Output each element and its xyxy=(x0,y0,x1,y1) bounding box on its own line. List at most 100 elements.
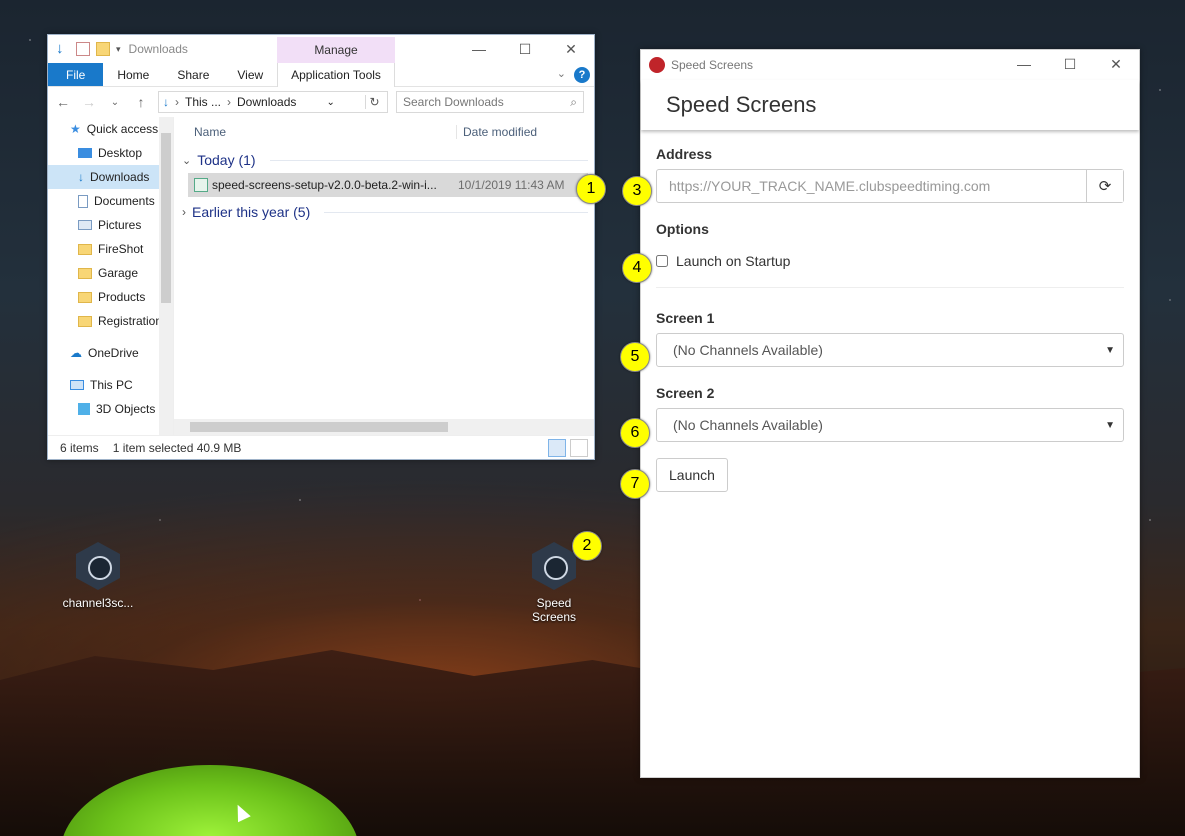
nav-item-garage[interactable]: Garage xyxy=(48,261,173,285)
nav-scrollbar-thumb[interactable] xyxy=(161,133,171,303)
nav-item-3d-objects[interactable]: 3D Objects xyxy=(48,397,173,421)
callout-6: 6 xyxy=(620,418,650,448)
divider xyxy=(656,287,1124,288)
desktop-icon-label-line2: Screens xyxy=(531,610,577,624)
launch-on-startup-checkbox[interactable] xyxy=(656,255,668,267)
navigation-pane: ★Quick access Desktop⚲ ↓Downloads⚲ Docum… xyxy=(48,117,174,435)
nav-item-label: FireShot xyxy=(98,242,144,256)
download-icon: ↓ xyxy=(78,170,84,184)
tab-manage[interactable]: Manage xyxy=(277,37,395,63)
breadcrumb-separator-icon: › xyxy=(175,95,179,109)
nav-item-label: OneDrive xyxy=(88,346,139,360)
details-view-icon[interactable] xyxy=(548,439,566,457)
address-bar[interactable]: ↓ › This ... › Downloads ⌄ ↻ xyxy=(158,91,388,113)
nav-item-this-pc[interactable]: This PC xyxy=(48,373,173,397)
screen2-label: Screen 2 xyxy=(656,385,715,401)
nav-item-label: This PC xyxy=(90,378,133,392)
helmet-icon xyxy=(649,57,665,73)
quick-access-toolbar: ↓ ▾ xyxy=(56,41,121,56)
callout-3: 3 xyxy=(622,176,652,206)
nav-item-fireshot[interactable]: FireShot xyxy=(48,237,173,261)
tab-file[interactable]: File xyxy=(48,63,104,86)
group-today[interactable]: ⌄ Today (1) xyxy=(174,147,594,173)
column-date-modified[interactable]: Date modified xyxy=(456,125,594,139)
minimize-icon[interactable]: — xyxy=(456,35,502,63)
nav-item-label: Downloads xyxy=(90,170,150,184)
qa-dropdown-icon[interactable]: ▾ xyxy=(116,44,121,55)
chevron-down-icon: ⌄ xyxy=(182,154,192,167)
folder-icon xyxy=(78,267,92,279)
nav-item-products[interactable]: Products xyxy=(48,285,173,309)
column-header-row: Name Date modified xyxy=(174,117,594,147)
group-label: Earlier this year (5) xyxy=(192,204,311,220)
up-arrow-icon[interactable]: ↑ xyxy=(132,94,150,110)
forward-arrow-icon[interactable]: → xyxy=(80,94,98,110)
cube-icon xyxy=(78,403,90,415)
nav-item-quick-access[interactable]: ★ Quick access xyxy=(48,117,173,141)
selection-info: 1 item selected 40.9 MB xyxy=(112,440,242,455)
item-count: 6 items xyxy=(60,440,99,455)
group-divider xyxy=(324,211,588,213)
download-arrow-icon[interactable]: ↓ xyxy=(56,41,70,56)
caret-down-icon: ▼ xyxy=(1105,344,1115,356)
nav-item-onedrive[interactable]: ☁ OneDrive xyxy=(48,341,173,365)
close-icon[interactable]: ✕ xyxy=(548,35,594,63)
address-input-group: ⟳ xyxy=(656,169,1124,203)
file-date: 10/1/2019 11:43 AM xyxy=(458,178,565,192)
help-icon[interactable]: ? xyxy=(574,67,590,83)
maximize-icon[interactable]: ☐ xyxy=(502,35,548,63)
maximize-icon[interactable]: ☐ xyxy=(1047,50,1093,78)
search-icon: ⌕ xyxy=(570,94,577,109)
expand-ribbon-icon[interactable]: ⌄ xyxy=(557,67,566,80)
back-arrow-icon[interactable]: ← xyxy=(54,94,72,110)
group-earlier-this-year[interactable]: › Earlier this year (5) xyxy=(174,199,594,225)
new-folder-icon[interactable] xyxy=(96,42,110,56)
refresh-icon[interactable]: ↻ xyxy=(365,95,383,109)
nav-item-desktop[interactable]: Desktop⚲ xyxy=(48,141,173,165)
screen1-label: Screen 1 xyxy=(656,310,715,326)
file-explorer-window: ↓ ▾ Downloads Manage — ☐ ✕ File Home Sha… xyxy=(47,34,595,460)
startup-label: Launch on Startup xyxy=(676,253,791,269)
desktop-icon-channel3[interactable]: channel3sc... xyxy=(53,542,143,610)
nav-item-label: Quick access xyxy=(86,122,159,136)
properties-icon[interactable] xyxy=(76,42,90,56)
breadcrumb-this-pc[interactable]: This ... xyxy=(185,95,221,109)
horizontal-scrollbar-thumb[interactable] xyxy=(190,422,448,432)
nav-item-documents[interactable]: Documents⚲ xyxy=(48,189,173,213)
nav-item-label: 3D Objects xyxy=(96,402,156,416)
nav-item-label: Registration xyxy=(98,314,163,328)
nav-item-label: Documents xyxy=(94,194,155,208)
tab-view[interactable]: View xyxy=(223,63,277,86)
nav-item-registration[interactable]: Registration xyxy=(48,309,173,333)
column-name[interactable]: Name xyxy=(194,125,226,139)
refresh-icon[interactable]: ⟳ xyxy=(1086,170,1123,202)
horizontal-scrollbar[interactable] xyxy=(174,419,594,435)
search-input[interactable]: Search Downloads ⌕ xyxy=(396,91,584,113)
folder-icon xyxy=(78,243,92,255)
caret-down-icon: ▼ xyxy=(1105,419,1115,431)
options-label: Options xyxy=(656,221,709,237)
folder-icon xyxy=(78,291,92,303)
close-icon[interactable]: ✕ xyxy=(1093,50,1139,78)
launch-button[interactable]: Launch xyxy=(656,458,728,492)
minimize-icon[interactable]: — xyxy=(1001,50,1047,78)
screen2-select[interactable]: (No Channels Available) ▼ xyxy=(656,408,1124,442)
chevron-right-icon: › xyxy=(182,205,186,219)
large-icons-view-icon[interactable] xyxy=(570,439,588,457)
nav-scrollbar[interactable] xyxy=(159,117,173,435)
breadcrumb-separator-icon: › xyxy=(227,95,232,109)
address-dropdown-icon[interactable]: ⌄ xyxy=(327,97,335,108)
tab-application-tools[interactable]: Application Tools xyxy=(277,63,395,87)
recent-chevron-icon[interactable]: ⌄ xyxy=(106,97,124,108)
breadcrumb-downloads[interactable]: Downloads xyxy=(237,95,296,109)
group-divider xyxy=(269,159,588,161)
status-bar: 6 items 1 item selected 40.9 MB xyxy=(48,435,594,459)
nav-item-downloads[interactable]: ↓Downloads⚲ xyxy=(48,165,173,189)
address-input[interactable] xyxy=(657,170,1086,202)
nav-item-pictures[interactable]: Pictures⚲ xyxy=(48,213,173,237)
screen1-select[interactable]: (No Channels Available) ▼ xyxy=(656,333,1124,367)
tab-home[interactable]: Home xyxy=(103,63,163,86)
tab-share[interactable]: Share xyxy=(163,63,223,86)
file-row-selected[interactable]: speed-screens-setup-v2.0.0-beta.2-win-i.… xyxy=(188,173,588,197)
desktop-icon xyxy=(78,148,92,158)
